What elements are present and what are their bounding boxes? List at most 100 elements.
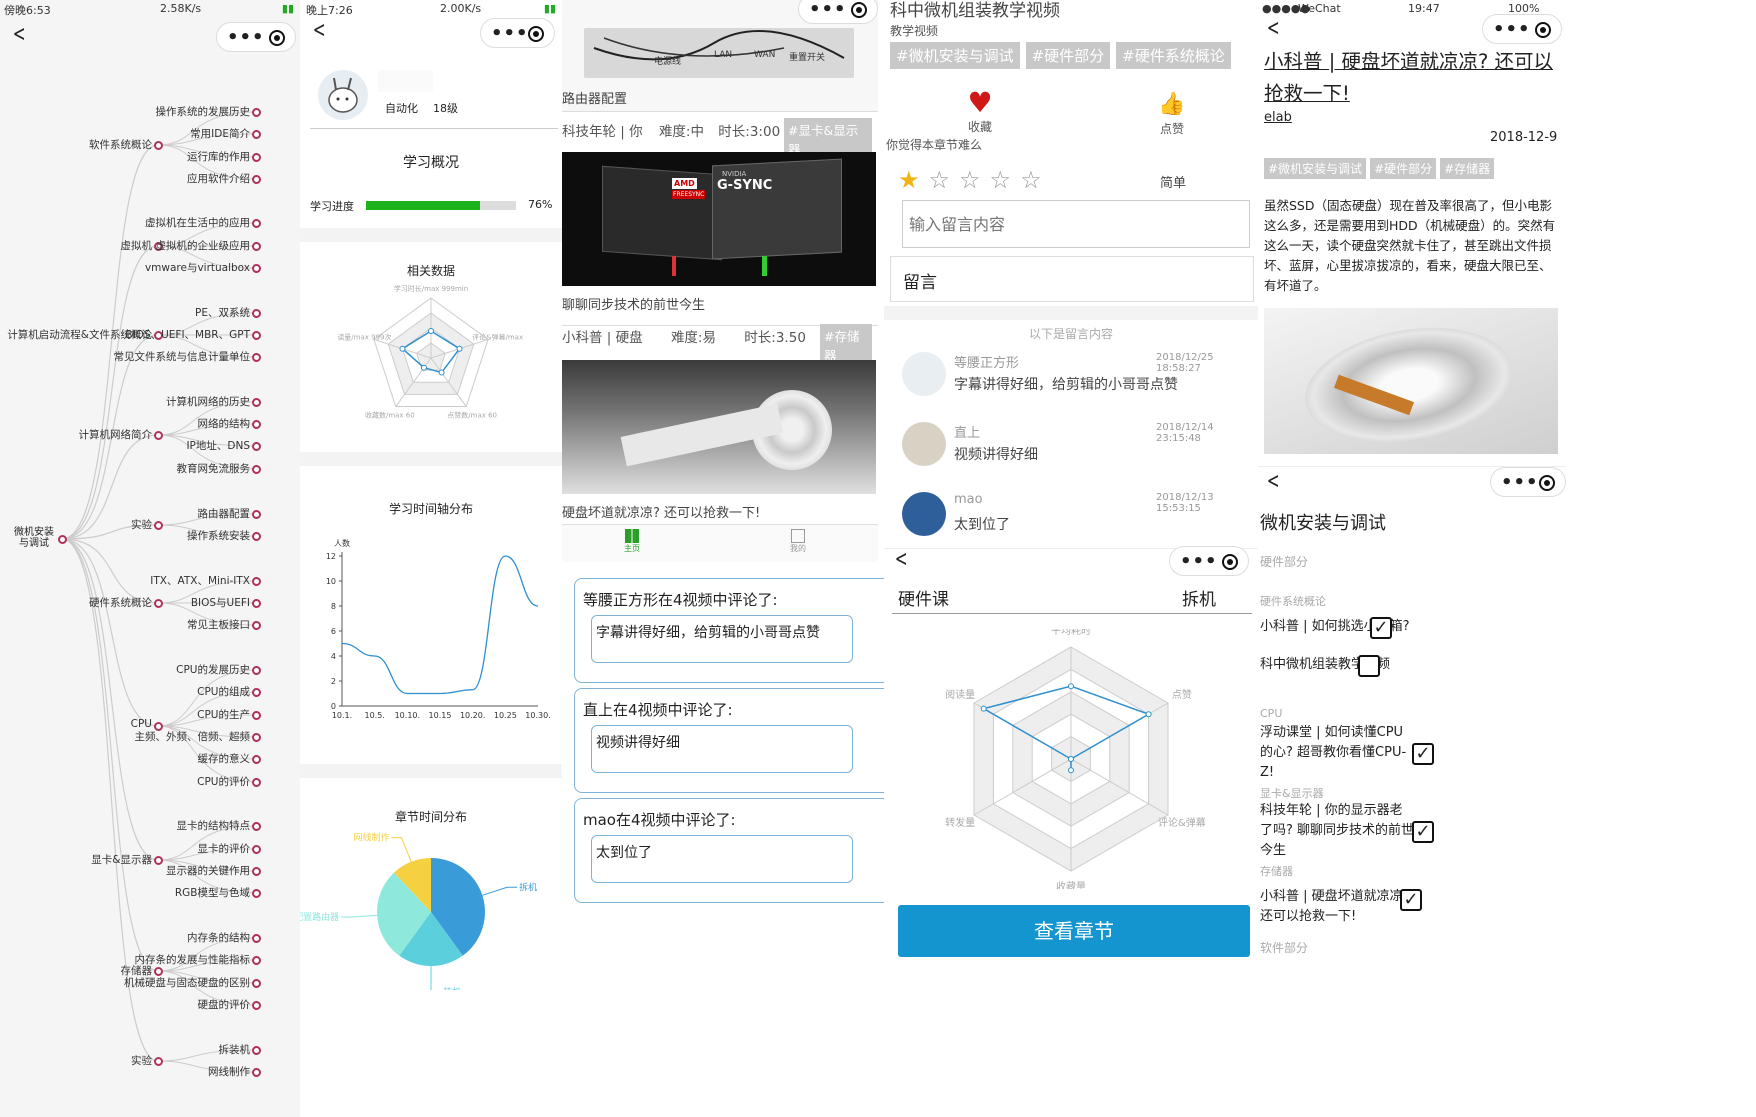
leaf-dot[interactable] bbox=[252, 711, 261, 720]
close-target-icon[interactable] bbox=[851, 2, 867, 18]
leaf-dot[interactable] bbox=[252, 309, 261, 318]
video-card-harddisk[interactable]: 硬盘坏道就凉凉? 还可以抢救一下! bbox=[562, 360, 878, 524]
leaf-dot[interactable] bbox=[252, 889, 261, 898]
star-empty-icon[interactable]: ☆ bbox=[990, 166, 1012, 194]
branch-dot[interactable] bbox=[154, 856, 163, 865]
close-target-icon[interactable] bbox=[1222, 554, 1238, 570]
branch-dot[interactable] bbox=[154, 599, 163, 608]
star-empty-icon[interactable]: ☆ bbox=[959, 166, 981, 194]
close-target-icon[interactable] bbox=[528, 26, 544, 42]
chapter-item[interactable]: 科技年轮 | 你的显示器老了吗? 聊聊同步技术的前世今生 ✓ bbox=[1260, 801, 1560, 861]
leaf-dot[interactable] bbox=[252, 420, 261, 429]
leaf-dot[interactable] bbox=[252, 979, 261, 988]
leaf-dot[interactable] bbox=[252, 733, 261, 742]
leaf-dot[interactable] bbox=[252, 867, 261, 876]
tab-mine[interactable]: 我的 bbox=[790, 529, 806, 554]
leaf-dot[interactable] bbox=[252, 175, 261, 184]
leaf-dot[interactable] bbox=[252, 510, 261, 519]
leaf-dot[interactable] bbox=[252, 264, 261, 273]
tag-chip[interactable]: #微机安装与调试 bbox=[890, 42, 1020, 69]
close-target-icon[interactable] bbox=[1535, 22, 1551, 38]
tab-home[interactable]: 主页 bbox=[624, 529, 640, 554]
star-empty-icon[interactable]: ☆ bbox=[929, 166, 951, 194]
leaf-dot[interactable] bbox=[252, 688, 261, 697]
more-icon[interactable]: ••• bbox=[809, 0, 847, 20]
leaf-dot[interactable] bbox=[252, 599, 261, 608]
more-icon[interactable]: ••• bbox=[1501, 472, 1539, 493]
close-target-icon[interactable] bbox=[1539, 475, 1555, 491]
more-icon[interactable]: ••• bbox=[1180, 551, 1218, 572]
leaf-dot[interactable] bbox=[252, 822, 261, 831]
leaf-dot[interactable] bbox=[252, 1046, 261, 1055]
branch-dot[interactable] bbox=[154, 1057, 163, 1066]
tag-chip[interactable]: #硬件系统概论 bbox=[1116, 42, 1231, 69]
leaf-dot[interactable] bbox=[252, 398, 261, 407]
tag-chip[interactable]: #硬件部分 bbox=[1025, 42, 1111, 69]
leaf-dot[interactable] bbox=[252, 442, 261, 451]
chapter-item[interactable]: 浮动课堂 | 如何读懂CPU的心? 超哥教你看懂CPU-Z! ✓ bbox=[1260, 723, 1560, 783]
leaf-dot[interactable] bbox=[252, 1001, 261, 1010]
leaf-dot[interactable] bbox=[252, 153, 261, 162]
favorite-button[interactable]: ♥ 收藏 bbox=[964, 88, 996, 135]
leaf-dot[interactable] bbox=[252, 755, 261, 764]
more-icon[interactable]: ••• bbox=[491, 23, 529, 44]
leaf-dot[interactable] bbox=[252, 242, 261, 251]
menu-capsule[interactable]: ••• bbox=[1490, 467, 1566, 497]
comment-card[interactable]: 直上在4视频中评论了:视频讲得好细☆× bbox=[574, 688, 884, 793]
back-icon[interactable]: < bbox=[1267, 16, 1280, 41]
leaf-dot[interactable] bbox=[252, 465, 261, 474]
leaf-dot[interactable] bbox=[252, 577, 261, 586]
leaf-dot[interactable] bbox=[252, 934, 261, 943]
leaf-dot[interactable] bbox=[252, 845, 261, 854]
checkbox-checked[interactable]: ✓ bbox=[1412, 743, 1434, 765]
chapter-item[interactable]: 小科普 | 如何挑选小机箱? ✓ bbox=[1260, 617, 1560, 639]
back-icon[interactable]: < bbox=[1267, 469, 1280, 494]
back-icon[interactable]: < bbox=[313, 18, 326, 43]
comment-card[interactable]: mao在4视频中评论了:太到位了☆× bbox=[574, 798, 884, 903]
tag-chip[interactable]: #存储器 bbox=[1440, 158, 1495, 179]
like-button[interactable]: 👍 点赞 bbox=[1156, 90, 1188, 137]
branch-dot[interactable] bbox=[154, 141, 163, 150]
leaf-dot[interactable] bbox=[252, 621, 261, 630]
star-rating[interactable]: ★ ☆ ☆ ☆ ☆ bbox=[898, 166, 1042, 194]
menu-capsule[interactable]: ••• bbox=[1169, 546, 1249, 576]
checkbox-checked[interactable]: ✓ bbox=[1370, 617, 1392, 639]
comment-card[interactable]: 等腰正方形在4视频中评论了:字幕讲得好细，给剪辑的小哥哥点赞☆× bbox=[574, 578, 884, 683]
leaf-dot[interactable] bbox=[252, 532, 261, 541]
avatar[interactable] bbox=[318, 70, 368, 120]
leaf-dot[interactable] bbox=[252, 666, 261, 675]
avatar[interactable] bbox=[902, 352, 946, 396]
comment-input[interactable] bbox=[902, 200, 1250, 248]
menu-capsule[interactable]: ••• bbox=[1482, 14, 1562, 44]
back-icon[interactable]: < bbox=[895, 547, 908, 572]
star-filled-icon[interactable]: ★ bbox=[898, 166, 920, 194]
chapter-item[interactable]: 小科普 | 硬盘坏道就凉凉? 还可以抢救一下! ✓ bbox=[1260, 887, 1560, 927]
tag-chip[interactable]: #硬件部分 bbox=[1370, 158, 1437, 179]
leaf-dot[interactable] bbox=[252, 108, 261, 117]
tag-chip[interactable]: #微机安装与调试 bbox=[1264, 158, 1367, 179]
article-author[interactable]: elab bbox=[1264, 110, 1292, 125]
leaf-dot[interactable] bbox=[252, 353, 261, 362]
leaf-dot[interactable] bbox=[252, 130, 261, 139]
branch-dot[interactable] bbox=[154, 431, 163, 440]
leaf-dot[interactable] bbox=[252, 956, 261, 965]
root-node-dot[interactable] bbox=[58, 535, 67, 544]
leave-comment-button[interactable]: 留言 bbox=[890, 256, 1254, 302]
avatar[interactable] bbox=[902, 492, 946, 536]
leaf-dot[interactable] bbox=[252, 1068, 261, 1077]
checkbox-unchecked[interactable] bbox=[1358, 655, 1380, 677]
checkbox-checked[interactable]: ✓ bbox=[1400, 889, 1422, 911]
view-chapter-button[interactable]: 查看章节 bbox=[898, 905, 1250, 957]
leaf-dot[interactable] bbox=[252, 219, 261, 228]
menu-capsule[interactable]: ••• bbox=[798, 0, 878, 24]
checkbox-checked[interactable]: ✓ bbox=[1412, 821, 1434, 843]
leaf-dot[interactable] bbox=[252, 331, 261, 340]
chapter-item[interactable]: 科中微机组装教学视频 bbox=[1260, 655, 1560, 677]
menu-capsule[interactable]: ••• bbox=[480, 18, 555, 48]
branch-dot[interactable] bbox=[154, 521, 163, 530]
star-empty-icon[interactable]: ☆ bbox=[1020, 166, 1042, 194]
leaf-dot[interactable] bbox=[252, 778, 261, 787]
video-card-gsync[interactable]: AMD FREESYNC NVIDIA G-SYNC 聊聊同步技术的前世今生 bbox=[562, 152, 878, 326]
more-icon[interactable]: ••• bbox=[1493, 19, 1531, 40]
avatar[interactable] bbox=[902, 422, 946, 466]
